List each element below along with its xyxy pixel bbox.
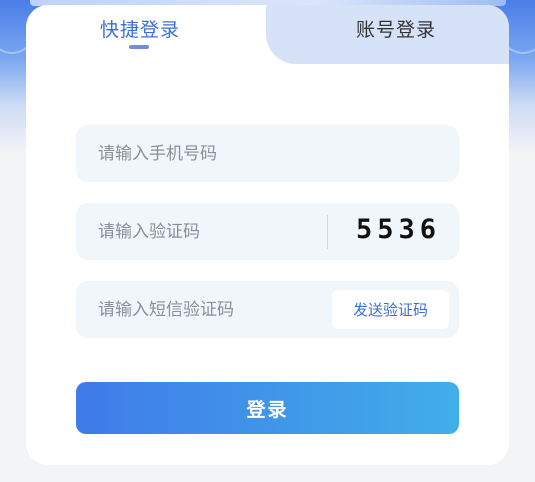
sms-code-field: 发送验证码 <box>76 281 459 338</box>
captcha-field: 5536 <box>76 203 459 260</box>
tab-quick-login[interactable]: 快捷登录 <box>100 15 180 42</box>
sms-code-input[interactable] <box>98 281 318 338</box>
tab-account-login[interactable]: 账号登录 <box>356 15 436 42</box>
captcha-divider <box>327 215 328 249</box>
captcha-image[interactable]: 5536 <box>356 214 441 245</box>
captcha-input[interactable] <box>98 203 318 260</box>
send-code-button[interactable]: 发送验证码 <box>332 290 449 329</box>
phone-input[interactable] <box>98 125 318 182</box>
login-card: 快捷登录 账号登录 5536 发送验证码 登录 <box>26 5 509 465</box>
active-tab-indicator <box>129 45 149 49</box>
phone-field <box>76 125 459 182</box>
login-button[interactable]: 登录 <box>76 382 459 434</box>
